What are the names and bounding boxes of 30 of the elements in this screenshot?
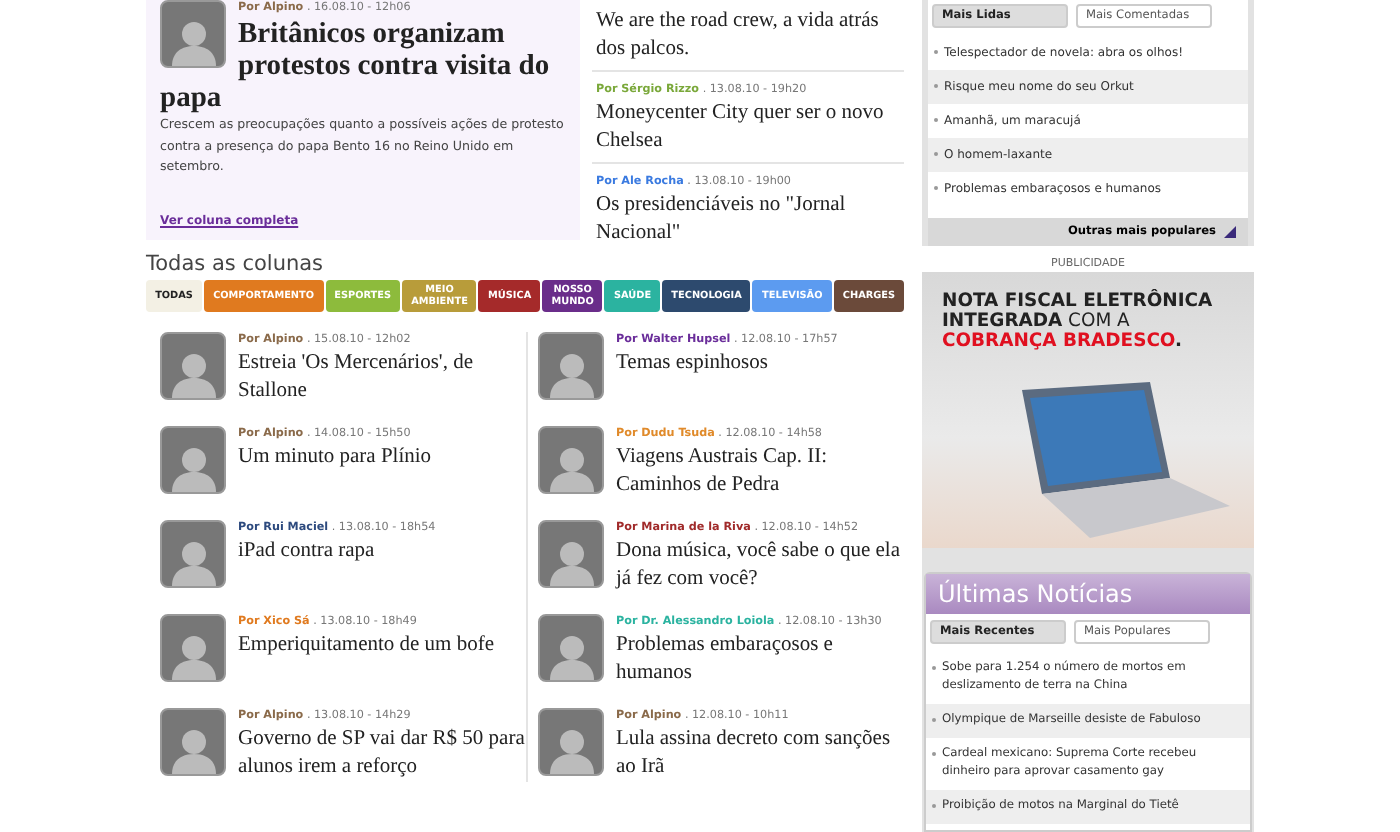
avatar-placeholder <box>538 520 604 588</box>
avatar-placeholder <box>538 332 604 400</box>
post-headline[interactable]: Governo de SP vai dar R$ 50 para alunos irem a reforço <box>238 726 526 780</box>
post-headline[interactable]: iPad contra rapa <box>238 538 436 565</box>
avatar-placeholder <box>538 614 604 682</box>
avatar-placeholder <box>538 708 604 776</box>
post-headline[interactable]: Dona música, você sabe o que ela já fez com você? <box>616 538 904 592</box>
section-title: Todas as colunas <box>146 252 326 276</box>
post-headline[interactable]: Viagens Austrais Cap. II: Caminhos de Pedra <box>616 444 904 498</box>
avatar-placeholder <box>160 332 226 400</box>
corner-triangle-icon <box>1224 226 1236 238</box>
post-headline[interactable]: Emperiquitamento de um bofe <box>238 632 495 659</box>
featured-headline[interactable]: Britânicos organizam protestos contra visita do papa <box>160 18 566 114</box>
post-headline[interactable]: Um minuto para Plínio <box>238 444 432 471</box>
post-headline[interactable]: Lula assina decreto com sanções ao Irã <box>616 726 904 780</box>
post-headline[interactable]: Problemas embaraçosos e humanos <box>616 632 904 686</box>
post-headline[interactable]: Temas espinhosos <box>616 350 838 377</box>
panel-title: Últimas Notícias <box>926 574 1250 614</box>
avatar-placeholder <box>160 426 226 494</box>
post-headline[interactable]: Os presidenciáveis no "Jornal Nacional" <box>596 192 904 246</box>
post-headline[interactable]: We are the road crew, a vida atrás dos palcos. <box>596 8 904 62</box>
avatar-placeholder <box>160 614 226 682</box>
post-headline[interactable]: Estreia 'Os Mercenários', de Stallone <box>238 350 526 404</box>
ad-banner[interactable]: NOTA FISCAL ELETRÔNICA INTEGRADA COM A COBRANÇA BRADESCO. <box>922 272 1254 548</box>
ad-headline: NOTA FISCAL ELETRÔNICA INTEGRADA COM A COBRANÇA BRADESCO. <box>942 292 1215 352</box>
avatar-placeholder <box>538 426 604 494</box>
avatar-placeholder <box>160 0 226 68</box>
post-headline[interactable]: Moneycenter City quer ser o novo Chelsea <box>596 100 904 154</box>
avatar-placeholder <box>160 708 226 776</box>
avatar-placeholder <box>160 520 226 588</box>
